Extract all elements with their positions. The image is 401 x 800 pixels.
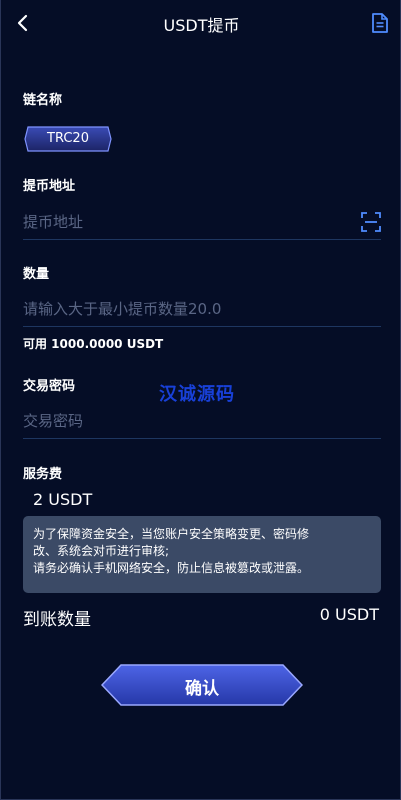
fee-label: 服务费 (23, 467, 63, 482)
document-icon (372, 13, 388, 33)
address-label: 提币地址 (23, 179, 76, 194)
chain-option-trc20[interactable]: TRC20 (24, 126, 112, 152)
notice-line: 请务必确认手机网络安全，防止信息被篡改或泄露。 (33, 561, 310, 575)
fee-value: 2 USDT (33, 490, 93, 509)
confirm-button-label: 确认 (185, 679, 219, 699)
amount-input[interactable] (23, 295, 343, 323)
notice-line: 为了保障资金安全，当您账户安全策略变更、密码修 (33, 527, 310, 541)
security-notice: 为了保障资金安全，当您账户安全策略变更、密码修 改、系统会对币进行审核; 请务必… (23, 516, 381, 593)
address-input[interactable] (23, 208, 343, 236)
available-balance: 可用 1000.0000 USDT (23, 337, 164, 351)
app-screen: USDT提币 链名称 TRC20 提币地址 提币地址 数量 请输入大于最小提币数… (0, 0, 401, 800)
amount-label: 数量 (23, 267, 50, 282)
records-button[interactable] (369, 12, 391, 34)
arrival-amount-label: 到账数量 (23, 610, 91, 630)
chain-chip-label: TRC20 (47, 131, 89, 146)
chain-label: 链名称 (23, 93, 63, 108)
arrival-amount-value: 0 USDT (319, 605, 379, 624)
amount-field (23, 291, 381, 327)
address-field (23, 204, 381, 240)
password-input[interactable] (23, 407, 343, 435)
page-title: USDT提币 (163, 16, 240, 35)
scan-icon[interactable] (361, 212, 381, 232)
password-label: 交易密码 (23, 379, 76, 394)
password-field (23, 403, 381, 439)
notice-line: 改、系统会对币进行审核; (33, 544, 170, 558)
header: USDT提币 (1, 0, 401, 46)
confirm-button[interactable]: 确认 (101, 664, 303, 706)
